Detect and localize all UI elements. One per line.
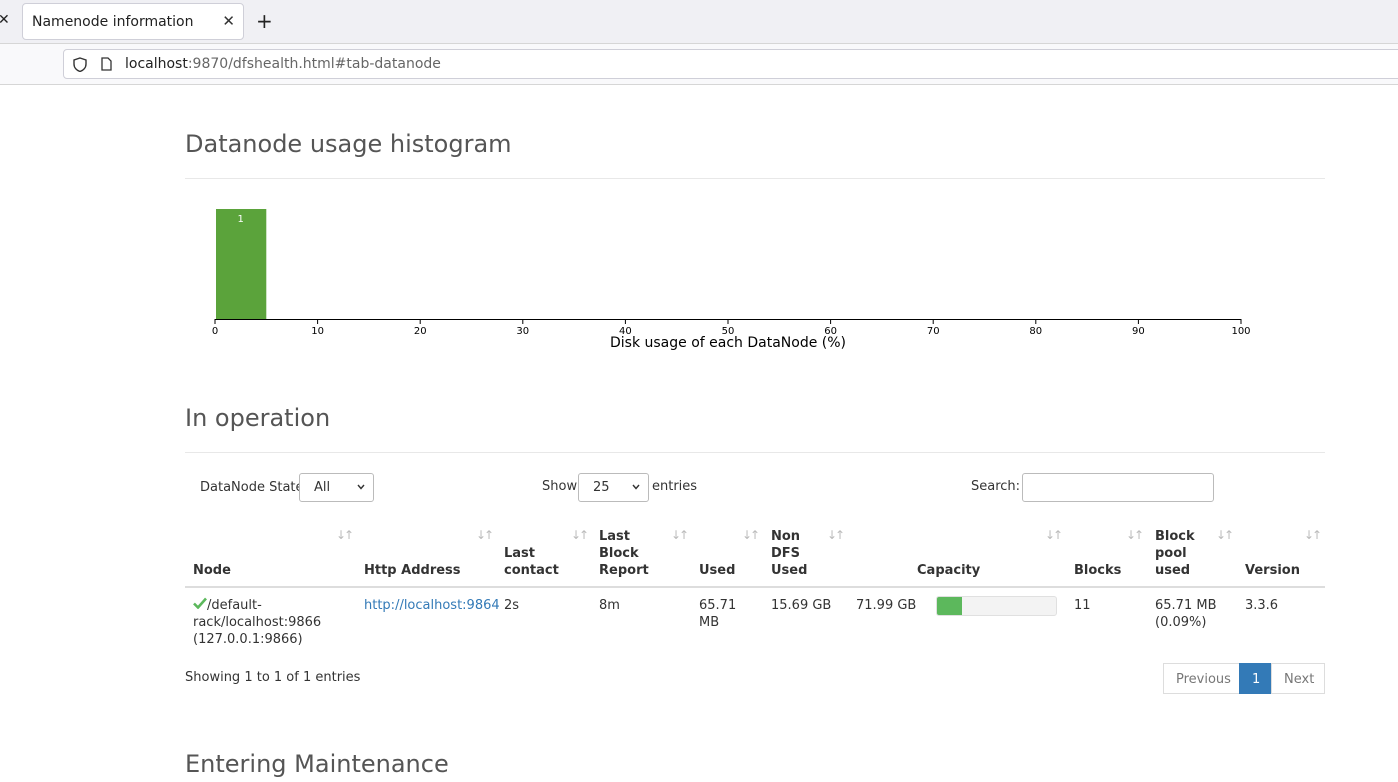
- non-dfs-used-cell: 15.69 GB: [771, 598, 832, 613]
- page-icon: [101, 57, 112, 71]
- entries-select[interactable]: 25: [578, 473, 649, 502]
- sort-icon[interactable]: ↓↑: [336, 528, 354, 542]
- table-header-divider: [185, 586, 1325, 588]
- version-cell: 3.3.6: [1245, 598, 1279, 613]
- blocks-cell: 11: [1074, 598, 1091, 613]
- new-tab-icon[interactable]: +: [256, 9, 273, 33]
- x-tick-label: 30: [516, 326, 529, 337]
- address-bar[interactable]: localhost:9870/dfshealth.html#tab-datano…: [63, 49, 1398, 79]
- col-header-used[interactable]: Used: [699, 562, 735, 579]
- col-header-non-dfs-used[interactable]: Non DFS Used: [771, 528, 813, 579]
- used-cell-line1: 65.71: [699, 598, 737, 613]
- tab-title: Namenode information: [32, 14, 194, 30]
- tab-close-icon[interactable]: ✕: [222, 12, 235, 30]
- histogram-heading: Datanode usage histogram: [185, 130, 512, 158]
- sort-icon[interactable]: ↓↑: [742, 528, 760, 542]
- browser-tab[interactable]: Namenode information ✕: [22, 3, 244, 40]
- last-block-report-cell: 8m: [599, 598, 620, 613]
- url-text[interactable]: localhost:9870/dfshealth.html#tab-datano…: [125, 56, 441, 72]
- datanode-state-label: DataNode State: [200, 480, 304, 495]
- x-tick-label: 90: [1132, 326, 1145, 337]
- datanode-state-value: All: [314, 480, 331, 495]
- x-tick-label: 100: [1231, 326, 1250, 337]
- capacity-progress-bar: [936, 596, 1057, 616]
- x-tick-label: 20: [414, 326, 427, 337]
- search-input[interactable]: [1022, 473, 1214, 502]
- sort-icon[interactable]: ↓↑: [671, 528, 689, 542]
- col-header-block-pool-used[interactable]: Block pool used: [1155, 528, 1201, 579]
- block-pool-used-line2: (0.09%): [1155, 615, 1207, 630]
- col-header-version[interactable]: Version: [1245, 562, 1300, 579]
- sort-icon[interactable]: ↓↑: [1216, 528, 1234, 542]
- next-button[interactable]: Next: [1271, 663, 1325, 694]
- node-name-line2: rack/localhost:9866: [193, 615, 322, 630]
- sort-icon[interactable]: ↓↑: [1126, 528, 1144, 542]
- histogram-bar: [216, 209, 267, 319]
- browser-nav-bar: localhost:9870/dfshealth.html#tab-datano…: [0, 44, 1398, 85]
- col-header-blocks[interactable]: Blocks: [1074, 562, 1121, 579]
- node-name-line3: (127.0.0.1:9866): [193, 632, 303, 647]
- sort-icon[interactable]: ↓↑: [1304, 528, 1322, 542]
- col-header-node[interactable]: Node: [193, 562, 231, 579]
- col-header-http-address[interactable]: Http Address: [364, 562, 461, 579]
- divider: [185, 452, 1325, 453]
- http-address-cell: http://localhost:9864: [364, 597, 500, 614]
- shield-icon: [73, 57, 87, 72]
- col-header-last-contact[interactable]: Last contact: [504, 545, 564, 579]
- show-label: Show: [542, 479, 578, 494]
- capacity-progress-fill: [937, 597, 962, 615]
- capacity-cell: 71.99 GB: [856, 598, 917, 613]
- usage-histogram: 10 10 20 30 40 50 60 70 80 90 100Disk usage of eac…: [212, 209, 1251, 350]
- page-1-button[interactable]: 1: [1239, 663, 1272, 694]
- x-axis-label: Disk usage of each DataNode (%): [610, 335, 846, 350]
- http-address-link[interactable]: http://localhost:9864: [364, 598, 500, 613]
- chevron-down-icon: [632, 484, 640, 490]
- sort-icon[interactable]: ↓↑: [476, 528, 494, 542]
- search-label: Search:: [971, 479, 1021, 494]
- previous-button[interactable]: Previous: [1163, 663, 1240, 694]
- in-operation-heading: In operation: [185, 404, 331, 432]
- x-tick-label: 10: [311, 326, 324, 337]
- x-tick-label: 70: [927, 326, 940, 337]
- sort-icon[interactable]: ↓↑: [827, 528, 845, 542]
- datanode-state-select[interactable]: All: [299, 473, 374, 502]
- bar-value-label: 1: [237, 214, 243, 225]
- col-header-capacity[interactable]: Capacity: [917, 562, 980, 579]
- used-cell-line2: MB: [699, 615, 720, 630]
- entries-label: entries: [652, 479, 698, 494]
- entering-maintenance-heading: Entering Maintenance: [185, 750, 449, 778]
- close-icon[interactable]: ✕: [0, 12, 10, 28]
- sort-icon[interactable]: ↓↑: [1045, 528, 1063, 542]
- divider: [185, 178, 1325, 179]
- x-tick-label: 80: [1029, 326, 1042, 337]
- col-header-last-block-report[interactable]: Last Block Report: [599, 528, 659, 579]
- node-name-line1: /default-: [207, 598, 262, 613]
- sort-icon[interactable]: ↓↑: [571, 528, 589, 542]
- table-info: Showing 1 to 1 of 1 entries: [185, 670, 361, 685]
- x-tick-label: 0: [212, 326, 218, 337]
- entries-value: 25: [593, 480, 610, 495]
- last-contact-cell: 2s: [504, 598, 520, 613]
- check-icon: [193, 597, 207, 609]
- chevron-down-icon: [357, 484, 365, 490]
- browser-tab-bar: ✕ Namenode information ✕ +: [0, 0, 1398, 44]
- block-pool-used-line1: 65.71 MB: [1155, 598, 1217, 613]
